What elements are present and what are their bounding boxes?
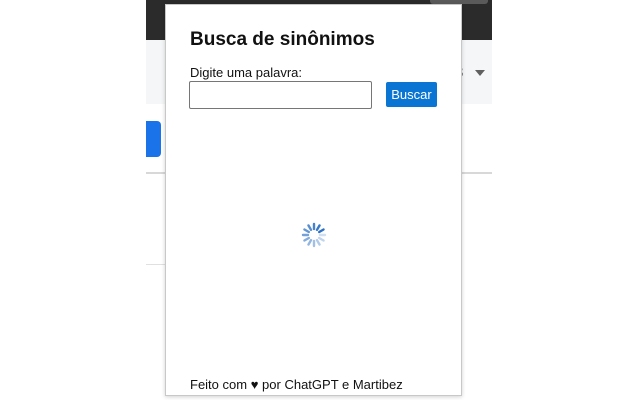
spinner-spoke: [317, 236, 325, 242]
spinner-spoke: [303, 228, 311, 234]
spinner-icon: [301, 222, 327, 248]
synonym-search-popup: Busca de sinônimos Digite uma palavra: B…: [165, 4, 462, 396]
heart-icon: ♥: [250, 377, 259, 392]
footer-credits: Feito com ♥ por ChatGPT e Martibez: [190, 377, 403, 392]
background-primary-button[interactable]: [146, 121, 161, 157]
spinner-spoke: [315, 238, 321, 246]
screen: 3 Busca de sinônimos Digite uma palavra:…: [0, 0, 640, 400]
spinner-spoke: [317, 228, 325, 234]
footer-prefix: Feito com: [190, 377, 248, 392]
spinner-spoke: [303, 236, 311, 242]
chevron-down-icon[interactable]: [475, 70, 485, 76]
search-button[interactable]: Buscar: [386, 82, 437, 107]
popup-title: Busca de sinônimos: [190, 29, 375, 50]
spinner-spoke: [307, 224, 313, 232]
word-input[interactable]: [189, 81, 372, 109]
spinner-spoke: [307, 238, 313, 246]
spinner-spoke: [315, 224, 321, 232]
background-divider-thin: [146, 264, 166, 265]
footer-suffix: por ChatGPT e Martibez: [262, 377, 403, 392]
word-input-label: Digite uma palavra:: [190, 65, 302, 80]
